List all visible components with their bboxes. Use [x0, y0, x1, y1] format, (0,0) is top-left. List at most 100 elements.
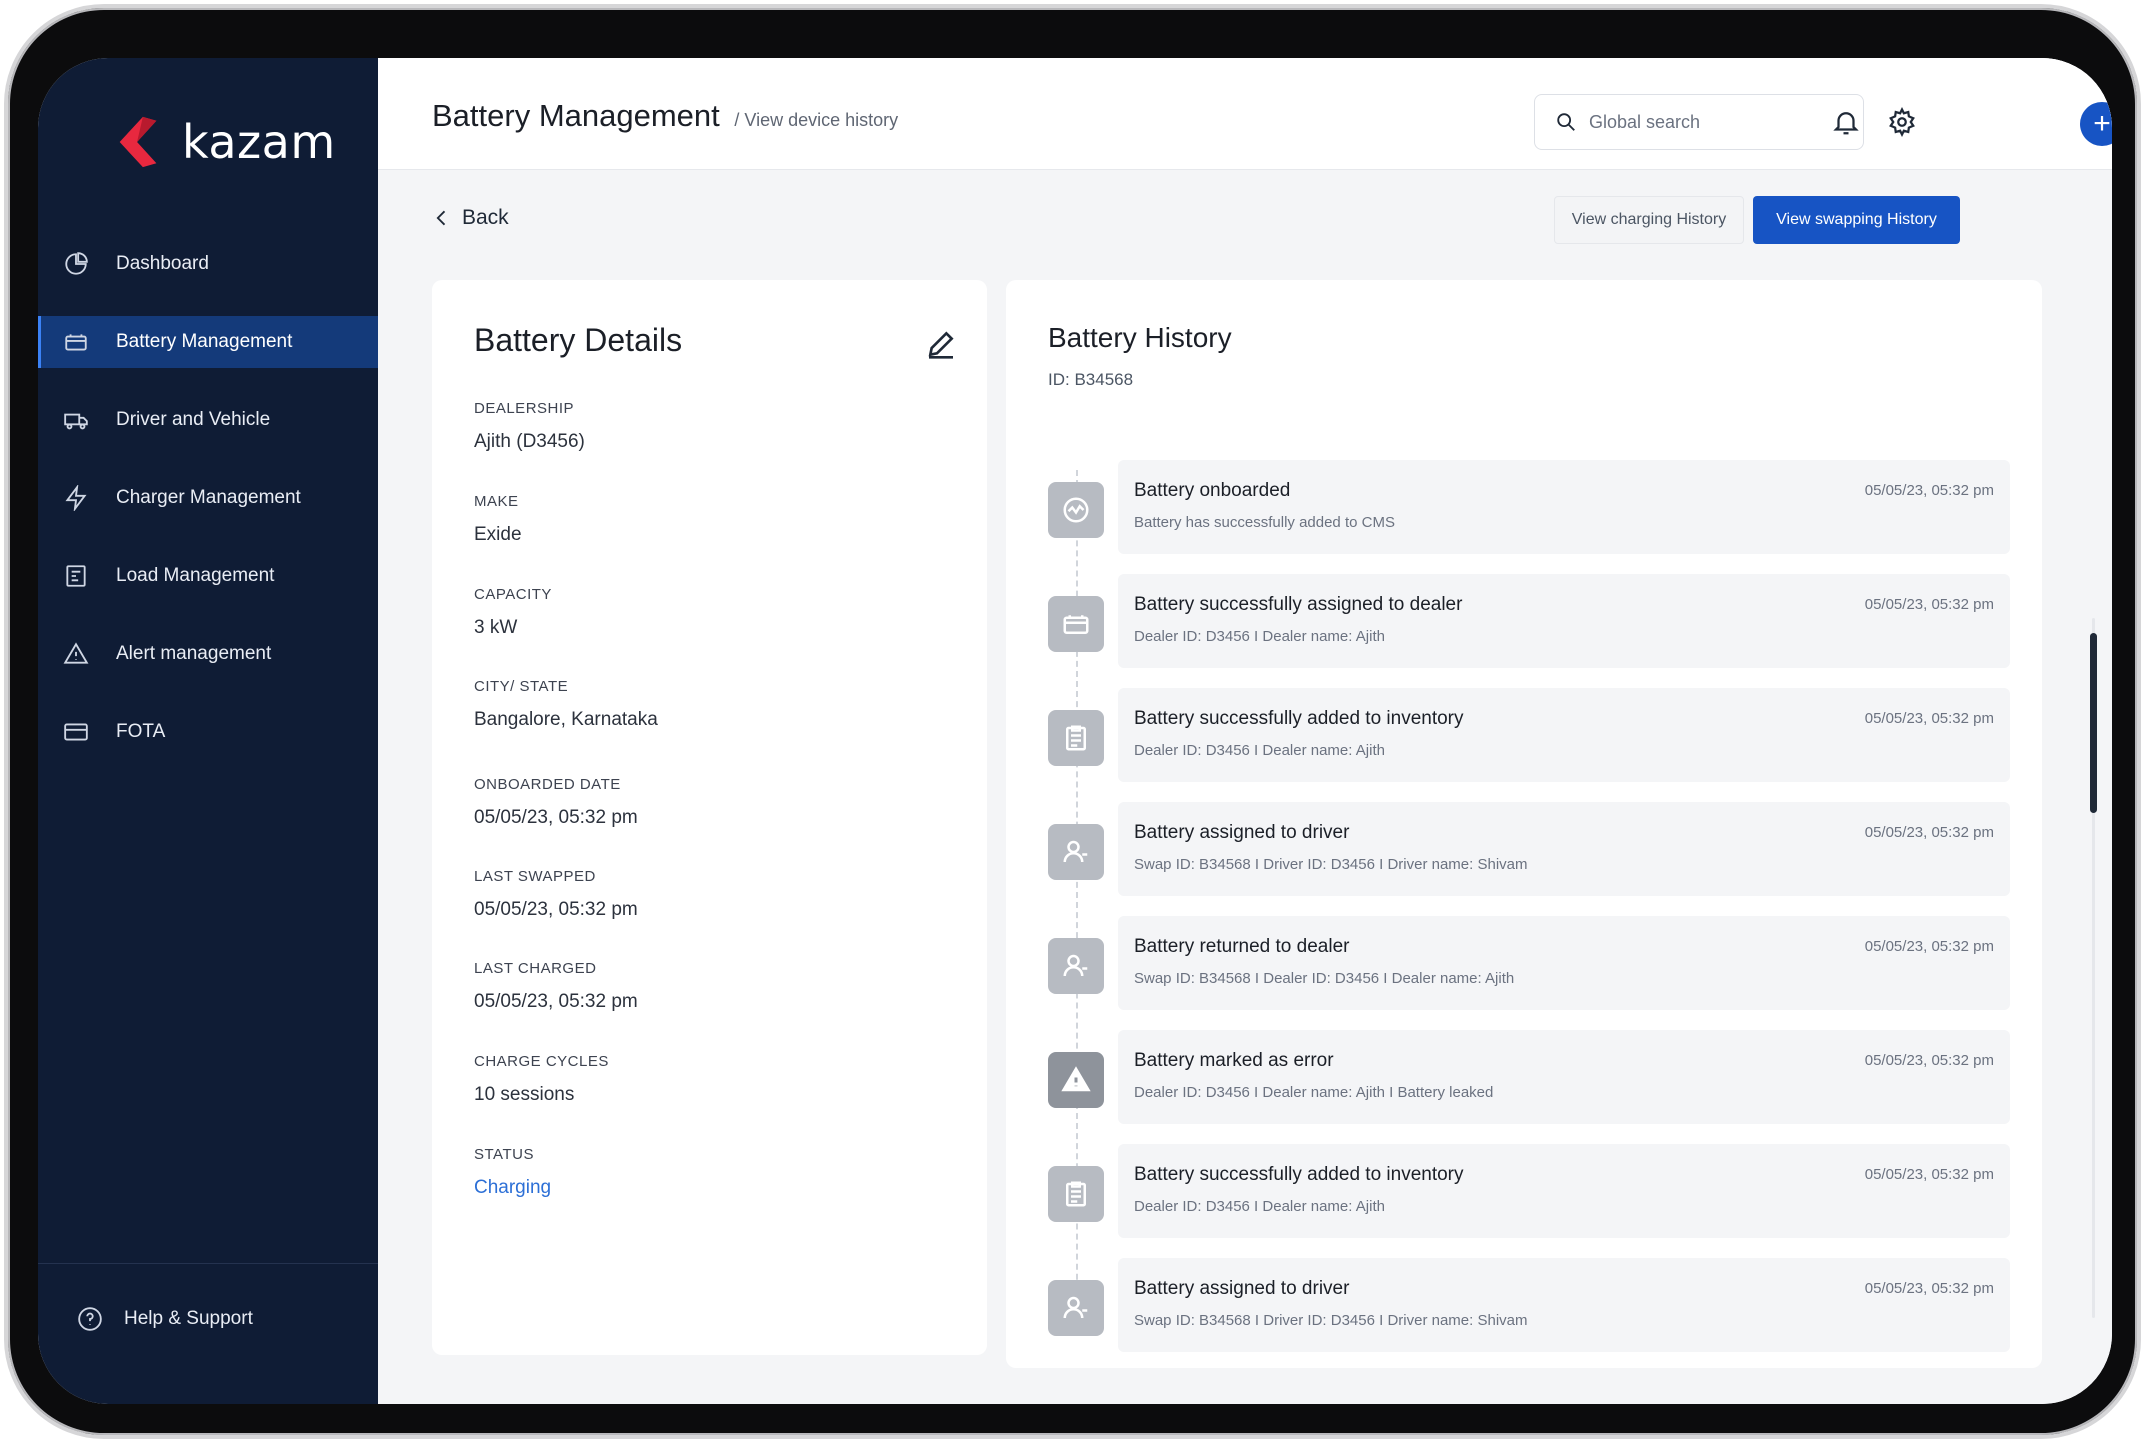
user-icon [1048, 1280, 1104, 1336]
clipboard-icon [1048, 1166, 1104, 1222]
truck-icon [62, 406, 90, 434]
help-support-link[interactable]: Help & Support [76, 1305, 253, 1333]
event-subtitle: Swap ID: B34568 I Driver ID: D3456 I Dri… [1134, 856, 1528, 873]
back-label: Back [462, 206, 509, 229]
scrollbar-thumb[interactable] [2090, 633, 2097, 813]
bell-icon [1833, 112, 1859, 135]
field-charge-cycles: CHARGE CYCLES 10 sessions [474, 1053, 609, 1106]
event-title: Battery successfully added to inventory [1134, 708, 1464, 729]
breadcrumb[interactable]: / View device history [734, 110, 898, 130]
battery-icon [62, 328, 90, 356]
sidebar-item-charger-management[interactable]: Charger Management [38, 472, 378, 524]
history-event[interactable]: Battery onboarded Battery has successful… [1048, 460, 2010, 554]
event-title: Battery successfully assigned to dealer [1134, 594, 1463, 615]
event-subtitle: Dealer ID: D3456 I Dealer name: Ajith [1134, 1198, 1385, 1215]
user-icon [1048, 938, 1104, 994]
history-event[interactable]: Battery assigned to driver Swap ID: B345… [1048, 802, 2010, 896]
field-label: LAST SWAPPED [474, 868, 596, 885]
history-event[interactable]: Battery marked as error Dealer ID: D3456… [1048, 1030, 2010, 1124]
gear-icon [1889, 107, 1915, 137]
sidebar-item-label: FOTA [116, 721, 166, 742]
help-circle-icon [76, 1305, 104, 1333]
field-capacity: CAPACITY 3 kW [474, 586, 552, 639]
event-time: 05/05/23, 05:32 pm [1864, 938, 1994, 955]
pencil-icon [928, 331, 954, 359]
search-icon [1557, 113, 1575, 131]
field-dealership: DEALERSHIP Ajith (D3456) [474, 400, 585, 453]
event-title: Battery marked as error [1134, 1050, 1334, 1071]
sidebar-item-fota[interactable]: FOTA [38, 706, 378, 758]
field-value: 05/05/23, 05:32 pm [474, 899, 638, 920]
event-time: 05/05/23, 05:32 pm [1864, 824, 1994, 841]
field-status: STATUS Charging [474, 1146, 551, 1199]
status-value: Charging [474, 1177, 552, 1198]
history-event[interactable]: Battery returned to dealer Swap ID: B345… [1048, 916, 2010, 1010]
sidebar-item-driver-and-vehicle[interactable]: Driver and Vehicle [38, 394, 378, 446]
field-make: MAKE Exide [474, 493, 522, 546]
event-subtitle: Battery has successfully added to CMS [1134, 514, 1395, 531]
user-icon [1048, 824, 1104, 880]
sidebar-item-label: Dashboard [116, 253, 209, 274]
battery-details-card: Battery Details DEALERSHIP Ajith (D3456)… [432, 280, 987, 1355]
help-support-label: Help & Support [124, 1308, 253, 1329]
event-time: 05/05/23, 05:32 pm [1864, 482, 1994, 499]
page-title: Battery Management / View device history [432, 98, 898, 134]
sidebar-item-battery-management[interactable]: Battery Management [38, 316, 378, 368]
top-bar: Battery Management / View device history… [378, 58, 2112, 170]
event-subtitle: Dealer ID: D3456 I Dealer name: Ajith [1134, 628, 1385, 645]
history-event[interactable]: Battery successfully added to inventory … [1048, 688, 2010, 782]
activity-icon [1048, 482, 1104, 538]
kazam-logo-icon [119, 116, 157, 168]
event-title: Battery successfully added to inventory [1134, 1164, 1464, 1185]
field-label: MAKE [474, 493, 519, 510]
sidebar-item-load-management[interactable]: Load Management [38, 550, 378, 602]
sidebar-divider [38, 1263, 378, 1264]
event-title: Battery returned to dealer [1134, 936, 1350, 957]
field-value: 3 kW [474, 617, 518, 638]
event-subtitle: Swap ID: B34568 I Driver ID: D3456 I Dri… [1134, 1312, 1528, 1329]
field-value: 05/05/23, 05:32 pm [474, 991, 638, 1012]
event-subtitle: Dealer ID: D3456 I Dealer name: Ajith [1134, 742, 1385, 759]
sidebar-item-alert-management[interactable]: Alert management [38, 628, 378, 680]
view-swapping-history-button[interactable]: View swapping History [1753, 196, 1960, 244]
event-title: Battery onboarded [1134, 480, 1291, 501]
sidebar-item-label: Alert management [116, 643, 272, 664]
battery-details-title: Battery Details [474, 322, 683, 358]
chevron-left-icon [436, 210, 446, 226]
event-time: 05/05/23, 05:32 pm [1864, 596, 1994, 613]
event-title: Battery assigned to driver [1134, 822, 1350, 843]
field-label: CITY/ STATE [474, 678, 569, 695]
event-time: 05/05/23, 05:32 pm [1864, 1052, 1994, 1069]
sidebar-item-label: Charger Management [116, 487, 301, 508]
back-button[interactable]: Back [432, 206, 509, 230]
history-event[interactable]: Battery successfully assigned to dealer … [1048, 574, 2010, 668]
field-city-state: CITY/ STATE Bangalore, Karnataka [474, 678, 658, 731]
history-event[interactable]: Battery assigned to driver Swap ID: B345… [1048, 1258, 2010, 1352]
notifications-button[interactable] [1828, 104, 1864, 140]
event-subtitle: Swap ID: B34568 I Dealer ID: D3456 I Dea… [1134, 970, 1515, 987]
field-label: CHARGE CYCLES [474, 1053, 609, 1070]
battery-icon [1048, 596, 1104, 652]
add-button[interactable]: + [2080, 102, 2112, 146]
edit-details-button[interactable] [925, 328, 957, 360]
field-value: Ajith (D3456) [474, 431, 585, 452]
history-event[interactable]: Battery successfully added to inventory … [1048, 1144, 2010, 1238]
sidebar: kazam Dashboard Battery Management Drive… [38, 58, 378, 1404]
search-input[interactable] [1589, 111, 1829, 133]
field-label: ONBOARDED DATE [474, 776, 621, 793]
settings-button[interactable] [1884, 104, 1920, 140]
global-search[interactable] [1534, 94, 1864, 150]
field-label: STATUS [474, 1146, 534, 1163]
view-charging-history-button[interactable]: View charging History [1554, 196, 1744, 244]
logo[interactable]: kazam [110, 113, 336, 171]
clipboard-icon [1048, 710, 1104, 766]
sidebar-item-label: Load Management [116, 565, 275, 586]
event-title: Battery assigned to driver [1134, 1278, 1350, 1299]
field-value: 05/05/23, 05:32 pm [474, 807, 638, 828]
clipboard-icon [62, 562, 90, 590]
field-label: DEALERSHIP [474, 400, 575, 417]
field-last-charged: LAST CHARGED 05/05/23, 05:32 pm [474, 960, 638, 1013]
sidebar-item-dashboard[interactable]: Dashboard [38, 238, 378, 290]
field-onboarded-date: ONBOARDED DATE 05/05/23, 05:32 pm [474, 776, 638, 829]
sidebar-item-label: Driver and Vehicle [116, 409, 271, 430]
